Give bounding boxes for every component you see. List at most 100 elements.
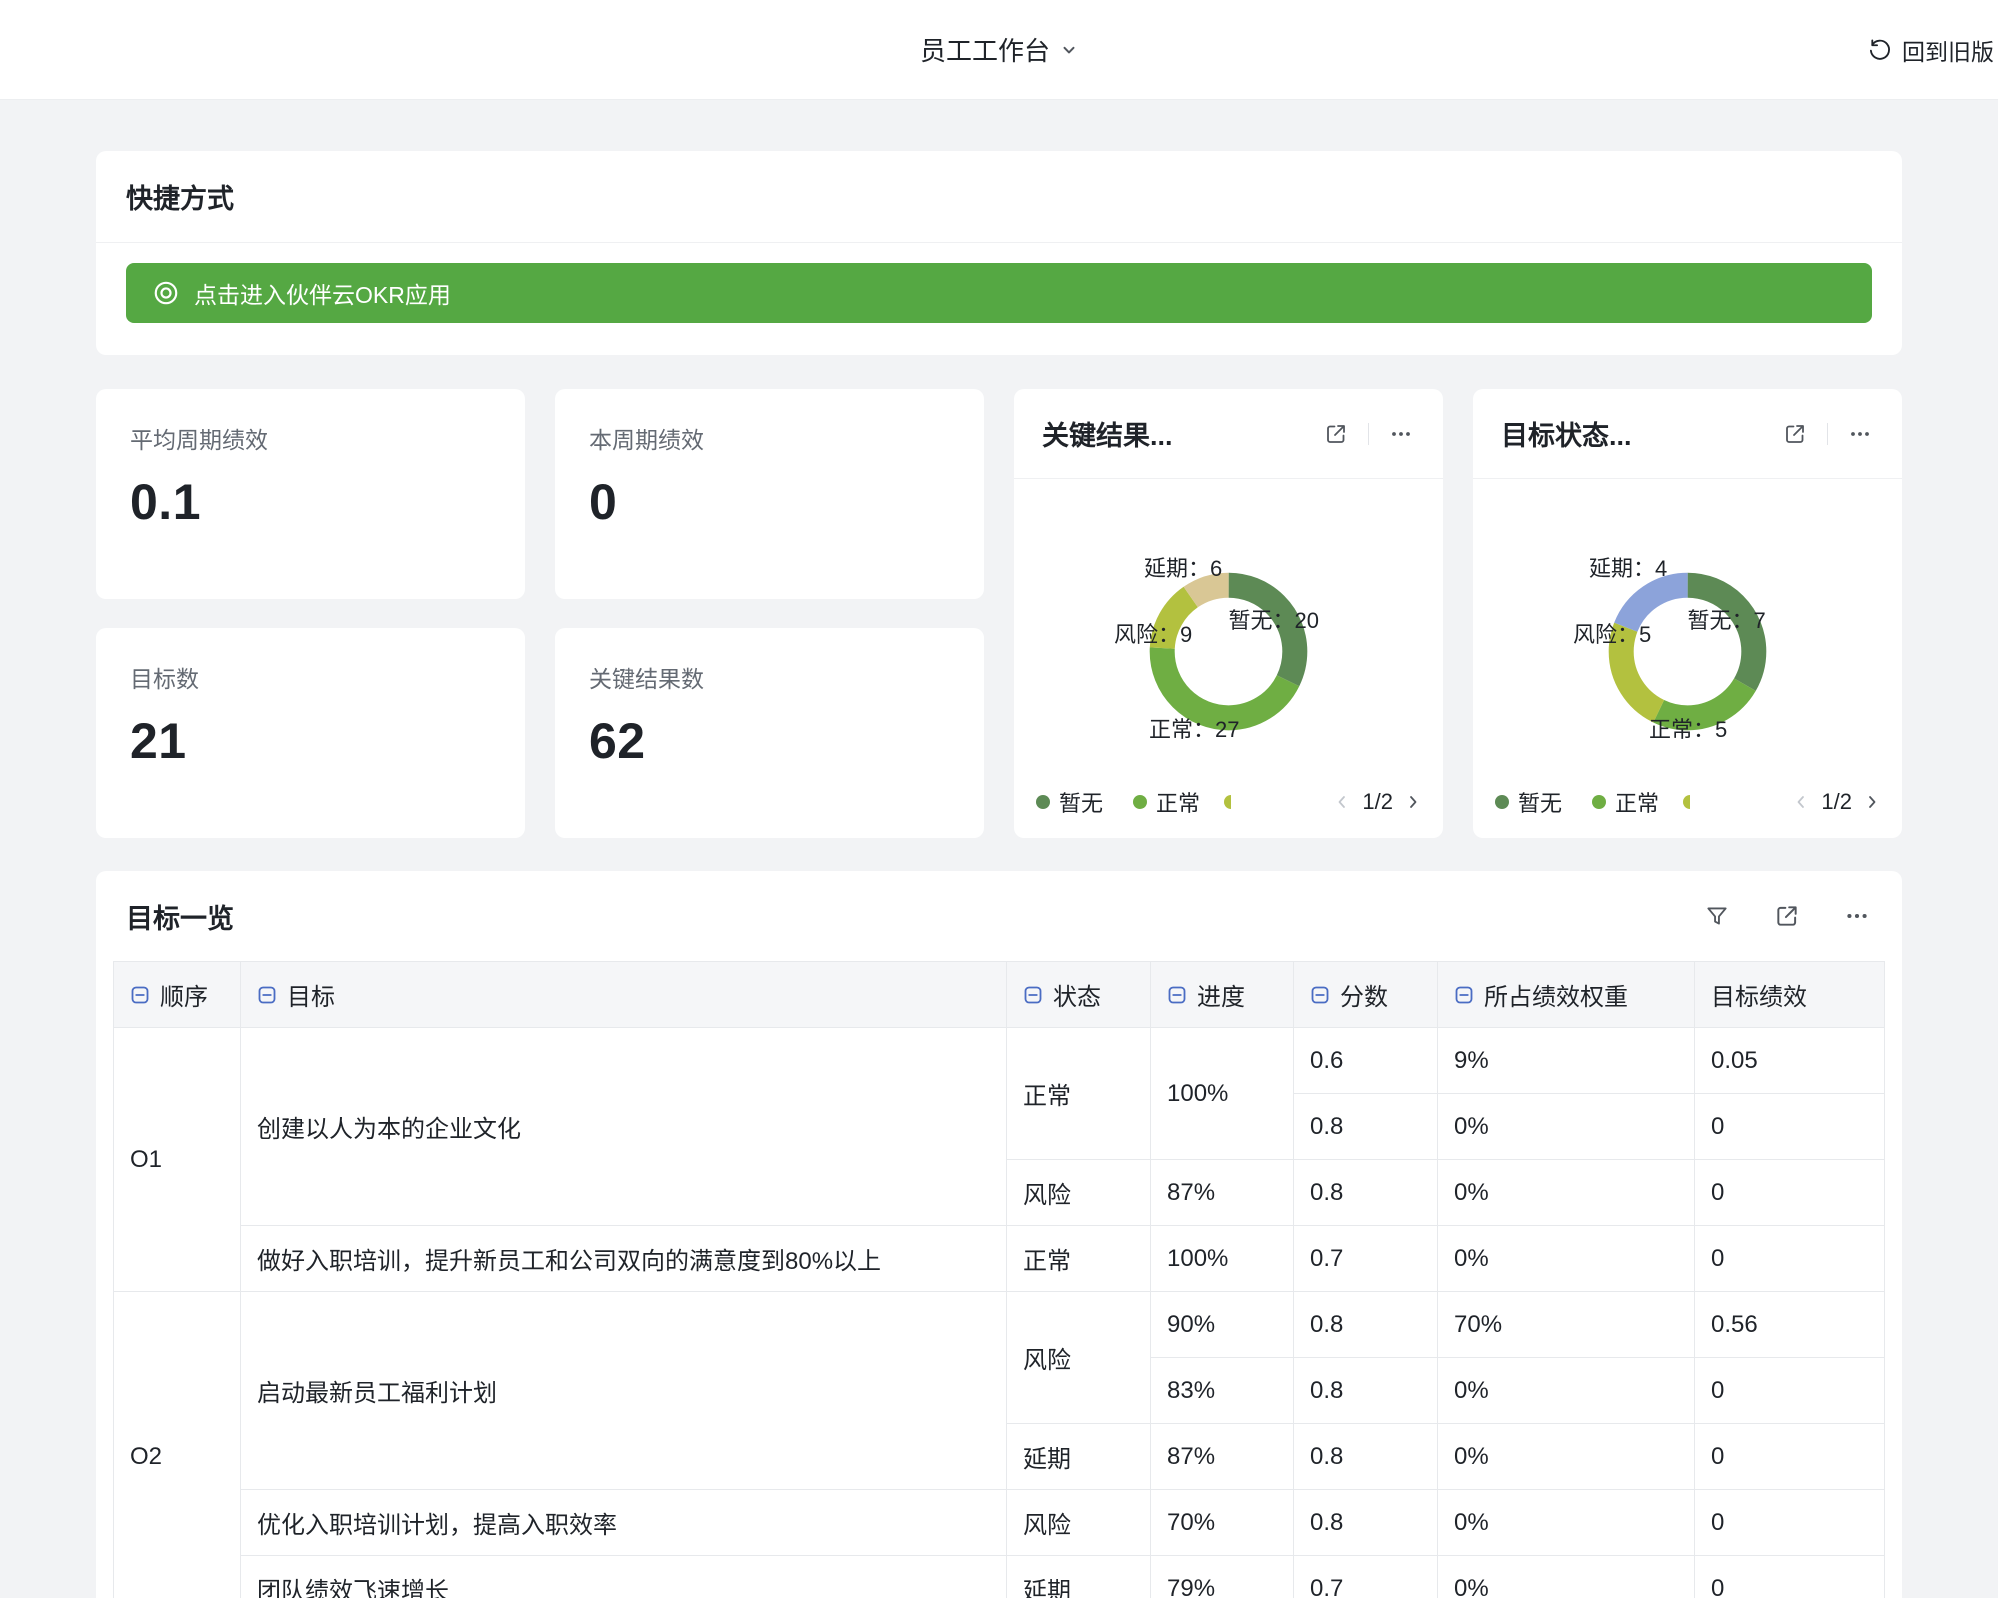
more-icon[interactable] <box>1846 420 1874 448</box>
progress-cell: 83% <box>1151 1358 1294 1424</box>
open-in-new-icon[interactable] <box>1781 420 1809 448</box>
objective-cell[interactable]: 优化入职培训计划，提高入职效率 <box>241 1490 1007 1556</box>
chevron-right-icon[interactable] <box>1864 794 1880 810</box>
history-icon <box>1867 37 1893 63</box>
okr-app-button-label: 点击进入伙伴云OKR应用 <box>194 276 451 310</box>
col-label: 目标 <box>287 977 335 1012</box>
stat-card-objectives: 目标数 21 <box>96 628 525 838</box>
legend-dot <box>1224 795 1231 809</box>
more-icon[interactable] <box>1842 901 1872 931</box>
chevron-down-icon <box>1060 41 1078 59</box>
table-wrap: 顺序 目标 状态 进度 分数 <box>113 961 1885 1598</box>
shortcut-card-body: 点击进入伙伴云OKR应用 <box>96 243 1902 355</box>
stat-label: 本周期绩效 <box>589 421 950 455</box>
weight-cell: 0% <box>1438 1226 1695 1292</box>
legend-dot <box>1683 795 1690 809</box>
okr-app-button[interactable]: 点击进入伙伴云OKR应用 <box>126 263 1872 323</box>
kr-status-chart-card: 关键结果... 延期：6 暂无：20 风险：9 正常：27 <box>1014 389 1443 838</box>
minus-square-icon <box>130 985 150 1005</box>
workspace-switcher[interactable]: 员工工作台 <box>920 31 1078 68</box>
order-cell: O1 <box>114 1028 241 1292</box>
progress-cell: 87% <box>1151 1160 1294 1226</box>
chart-card-header: 目标状态... <box>1473 389 1902 479</box>
score-cell: 0.8 <box>1294 1160 1438 1226</box>
open-in-new-icon[interactable] <box>1322 420 1350 448</box>
weight-cell: 0% <box>1438 1424 1695 1490</box>
col-header-status[interactable]: 状态 <box>1007 962 1151 1028</box>
col-label: 状态 <box>1053 977 1101 1012</box>
objective-status-chart-card: 目标状态... 延期：4 暂无：7 风险：5 正常：5 <box>1473 389 1902 838</box>
stat-label: 平均周期绩效 <box>130 421 491 455</box>
score-cell: 0.8 <box>1294 1424 1438 1490</box>
score-cell: 0.7 <box>1294 1556 1438 1598</box>
legend-dot <box>1592 795 1606 809</box>
donut-chart: 延期：6 暂无：20 风险：9 正常：27 <box>1014 479 1443 766</box>
col-header-perf[interactable]: 目标绩效 <box>1695 962 1885 1028</box>
score-cell: 0.6 <box>1294 1028 1438 1094</box>
stat-label: 目标数 <box>130 660 491 694</box>
chart-actions <box>1781 420 1874 448</box>
perf-cell: 0 <box>1695 1094 1885 1160</box>
chevron-right-icon[interactable] <box>1405 794 1421 810</box>
status-cell: 正常 <box>1007 1028 1151 1160</box>
legend-item[interactable]: 暂无 <box>1495 786 1562 818</box>
status-cell: 风险 <box>1007 1292 1151 1424</box>
stat-value: 62 <box>589 712 950 770</box>
progress-cell: 70% <box>1151 1490 1294 1556</box>
shortcut-card-title: 快捷方式 <box>96 151 1902 243</box>
col-header-objective[interactable]: 目标 <box>241 962 1007 1028</box>
top-bar: 员工工作台 回到旧版 <box>0 0 1998 100</box>
legend-label: 暂无 <box>1059 786 1103 818</box>
perf-cell: 0 <box>1695 1226 1885 1292</box>
table-actions <box>1702 901 1872 931</box>
minus-square-icon <box>257 985 277 1005</box>
target-icon <box>152 279 180 307</box>
chart-label-risk: 风险：9 <box>1114 617 1192 649</box>
filter-icon[interactable] <box>1702 901 1732 931</box>
objectives-table: 顺序 目标 状态 进度 分数 <box>113 961 1885 1598</box>
col-header-weight[interactable]: 所占绩效权重 <box>1438 962 1695 1028</box>
objective-cell[interactable]: 团队绩效飞速增长 <box>241 1556 1007 1598</box>
stat-card-current-cycle: 本周期绩效 0 <box>555 389 984 599</box>
col-header-score[interactable]: 分数 <box>1294 962 1438 1028</box>
col-header-order[interactable]: 顺序 <box>114 962 241 1028</box>
shortcut-card: 快捷方式 点击进入伙伴云OKR应用 <box>96 151 1902 355</box>
chart-legend: 暂无 正常 1/2 <box>1473 766 1902 838</box>
legend-item[interactable]: 正常 <box>1133 786 1200 818</box>
table-row: O1 创建以人为本的企业文化 正常 100% 0.6 9% 0.05 <box>114 1028 1885 1094</box>
divider <box>1827 423 1828 445</box>
status-cell: 风险 <box>1007 1490 1151 1556</box>
dashboard-grid: 平均周期绩效 0.1 本周期绩效 0 关键结果... <box>96 389 1902 838</box>
stat-card-avg-cycle: 平均周期绩效 0.1 <box>96 389 525 599</box>
weight-cell: 9% <box>1438 1028 1695 1094</box>
back-link-label: 回到旧版 <box>1902 33 1994 67</box>
chart-actions <box>1322 420 1415 448</box>
objective-cell[interactable]: 启动最新员工福利计划 <box>241 1292 1007 1490</box>
legend-item[interactable]: 暂无 <box>1036 786 1103 818</box>
chart-label-normal: 正常：5 <box>1649 712 1727 744</box>
back-to-old-version-link[interactable]: 回到旧版 <box>1867 33 1994 67</box>
objectives-table-card: 目标一览 <box>96 871 1902 1598</box>
weight-cell: 0% <box>1438 1094 1695 1160</box>
stat-value: 21 <box>130 712 491 770</box>
chevron-left-icon[interactable] <box>1334 794 1350 810</box>
objective-cell[interactable]: 做好入职培训，提升新员工和公司双向的满意度到80%以上 <box>241 1226 1007 1292</box>
status-cell: 延期 <box>1007 1424 1151 1490</box>
score-cell: 0.8 <box>1294 1292 1438 1358</box>
stat-card-key-results: 关键结果数 62 <box>555 628 984 838</box>
col-label: 顺序 <box>160 977 208 1012</box>
chevron-left-icon[interactable] <box>1793 794 1809 810</box>
table-row: O2 启动最新员工福利计划 风险 90% 0.8 70% 0.56 <box>114 1292 1885 1358</box>
stat-value: 0.1 <box>130 473 491 531</box>
chart-label-delayed: 延期：4 <box>1589 551 1667 583</box>
legend-dot <box>1133 795 1147 809</box>
more-icon[interactable] <box>1387 420 1415 448</box>
chart-label-risk: 风险：5 <box>1573 617 1651 649</box>
table-title: 目标一览 <box>126 897 234 936</box>
chart-label-none: 暂无：20 <box>1229 603 1319 635</box>
col-header-progress[interactable]: 进度 <box>1151 962 1294 1028</box>
legend-item[interactable]: 正常 <box>1592 786 1659 818</box>
legend-dot <box>1036 795 1050 809</box>
open-in-new-icon[interactable] <box>1772 901 1802 931</box>
objective-cell[interactable]: 创建以人为本的企业文化 <box>241 1028 1007 1226</box>
